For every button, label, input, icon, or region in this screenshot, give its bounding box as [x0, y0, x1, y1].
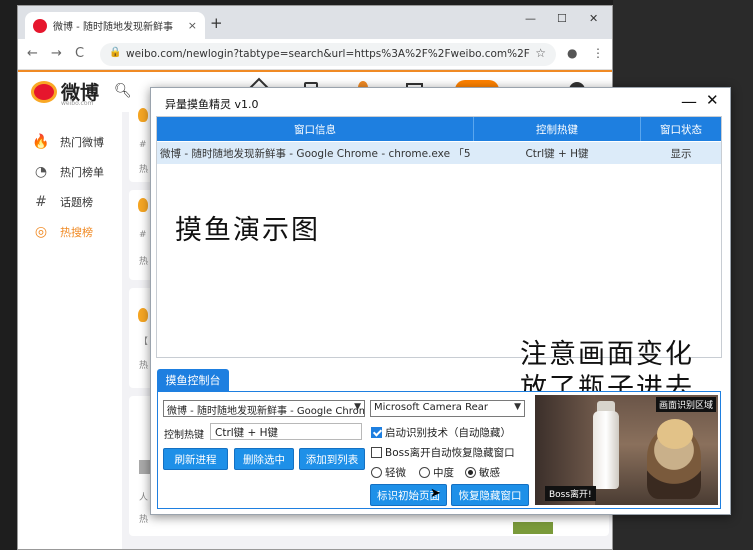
- radio-off-icon: [419, 467, 430, 478]
- sensitivity-radio-light[interactable]: 轻微: [371, 465, 406, 480]
- checkbox-checked-icon: [371, 427, 382, 438]
- figurine-head-shape: [657, 419, 693, 449]
- tool-minimize-button[interactable]: —: [681, 92, 697, 111]
- radio-off-icon: [371, 467, 382, 478]
- cell-window-info: 微博 - 随时随地发现新鲜事 - Google Chrome - chrome.…: [160, 148, 470, 160]
- window-maximize-button[interactable]: ☐: [557, 12, 567, 25]
- browser-menu-icon[interactable]: ⋮: [592, 46, 604, 60]
- chevron-down-icon: ▼: [354, 402, 361, 412]
- window-list-grid: 窗口信息 控制热键 窗口状态 微博 - 随时随地发现新鲜事 - Google C…: [156, 116, 722, 404]
- radio-on-icon: [465, 467, 476, 478]
- sidebar-item-label: 热门榜单: [60, 166, 104, 179]
- address-bar[interactable]: 🔒 weibo.com/newlogin?tabtype=search&url=…: [100, 43, 556, 66]
- refresh-process-button[interactable]: 刷新进程: [163, 448, 228, 470]
- tab-close-icon[interactable]: ×: [188, 19, 197, 32]
- moyu-tool-window: 异量摸鱼精灵 v1.0 — ✕ 窗口信息 控制热键 窗口状态 微博 - 随时随地…: [150, 87, 731, 515]
- restore-hidden-window-button[interactable]: 恢复隐藏窗口: [451, 484, 529, 506]
- browser-tab-weibo[interactable]: 微博 - 随时随地发现新鲜事 ×: [25, 12, 205, 39]
- add-to-list-button[interactable]: 添加到列表: [299, 448, 365, 470]
- sensitivity-radio-medium[interactable]: 中度: [419, 465, 454, 480]
- column-header-status[interactable]: 窗口状态: [641, 122, 721, 137]
- radio-label: 中度: [433, 467, 454, 479]
- cell-status: 显示: [670, 148, 692, 160]
- tool-close-button[interactable]: ✕: [706, 91, 719, 109]
- feed-fragment: 人: [139, 493, 149, 503]
- back-arrow-icon[interactable]: ←: [27, 46, 38, 61]
- feed-image-icon: [513, 522, 553, 534]
- search-circle-icon: ◎: [34, 224, 48, 240]
- tool-titlebar: 异量摸鱼精灵 v1.0 — ✕: [151, 88, 730, 116]
- column-header-window-info[interactable]: 窗口信息: [157, 122, 473, 137]
- camera-select[interactable]: Microsoft Camera Rear ▼: [370, 400, 525, 417]
- forward-arrow-icon[interactable]: →: [51, 46, 62, 61]
- boss-restore-label: Boss离开自动恢复隐藏窗口: [385, 447, 515, 459]
- sidebar-item-hot-weibo[interactable]: 🔥 热门微博: [32, 134, 104, 150]
- checkbox-unchecked-icon: [371, 447, 382, 458]
- grid-header: 窗口信息 控制热键 窗口状态: [157, 117, 721, 141]
- column-header-hotkey[interactable]: 控制热键: [474, 122, 640, 137]
- weibo-logo[interactable]: 微博 weibo.com: [31, 78, 99, 107]
- cell-hotkey: Ctrl键 + H键: [525, 148, 589, 160]
- address-url[interactable]: weibo.com/newlogin?tabtype=search&url=ht…: [126, 48, 530, 60]
- tab-title: 微博 - 随时随地发现新鲜事: [53, 22, 173, 33]
- window-minimize-button[interactable]: —: [525, 12, 536, 25]
- tab-strip: 微博 - 随时随地发现新鲜事 × + — ☐ ✕: [18, 6, 612, 39]
- sidebar-item-label: 热搜榜: [60, 226, 93, 239]
- camera-preview: 画面识别区域 Boss离开!: [535, 395, 718, 505]
- auto-detect-label: 启动识别技术（自动隐藏）: [385, 427, 511, 439]
- feed-fragment: 【: [139, 337, 149, 347]
- profile-icon[interactable]: ●: [567, 46, 577, 60]
- boss-left-label: Boss离开!: [545, 486, 596, 501]
- tab-control-panel[interactable]: 摸鱼控制台: [157, 369, 229, 391]
- hash-icon: #: [35, 194, 47, 210]
- camera-select-value: Microsoft Camera Rear: [374, 402, 488, 413]
- feed-fragment: 热: [139, 165, 149, 175]
- feed-fragment: 热: [139, 257, 149, 267]
- weibo-favicon-icon: [33, 18, 47, 33]
- window-close-button[interactable]: ✕: [589, 12, 598, 25]
- demo-caption: 摸鱼演示图: [175, 215, 320, 246]
- sidebar-item-label: 话题榜: [60, 196, 93, 209]
- change-note-line1: 注意画面变化: [520, 339, 694, 370]
- browser-toolbar: ← → C 🔒 weibo.com/newlogin?tabtype=searc…: [18, 39, 612, 70]
- chevron-down-icon: ▼: [514, 402, 521, 412]
- control-panel: 微博 - 随时随地发现新鲜事 - Google Chrome ▼ Microso…: [157, 391, 721, 509]
- tool-title: 异量摸鱼精灵 v1.0: [165, 98, 259, 111]
- radio-label: 轻微: [385, 467, 406, 479]
- mouse-cursor-icon: ➤: [430, 486, 441, 501]
- radio-label: 敏感: [479, 467, 500, 479]
- auto-detect-checkbox[interactable]: 启动识别技术（自动隐藏）: [371, 425, 511, 440]
- hotkey-label: 控制热键: [164, 430, 204, 441]
- sidebar-item-label: 热门微博: [60, 136, 104, 149]
- new-tab-button[interactable]: +: [210, 14, 223, 32]
- flame-icon: 🔥: [32, 134, 50, 150]
- lock-icon: 🔒: [109, 47, 122, 58]
- feed-fragment: 热: [139, 361, 149, 371]
- feed-fragment: 热: [139, 515, 149, 525]
- search-icon[interactable]: 🔍︎: [114, 83, 132, 99]
- sensitivity-radio-sensitive[interactable]: 敏感: [465, 465, 500, 480]
- table-row[interactable]: 微博 - 随时随地发现新鲜事 - Google Chrome - chrome.…: [157, 142, 721, 164]
- sidebar-item-hot-list[interactable]: ◔ 热门榜单: [32, 164, 104, 180]
- hot-badge-icon: [138, 198, 148, 212]
- weibo-eye-logo-icon: [31, 80, 57, 103]
- boss-restore-checkbox[interactable]: Boss离开自动恢复隐藏窗口: [371, 445, 515, 460]
- bottle-image-icon: [593, 411, 619, 489]
- bookmark-star-icon[interactable]: ☆: [535, 46, 546, 60]
- clock-icon: ◔: [34, 164, 48, 180]
- reload-icon[interactable]: C: [75, 46, 84, 61]
- weibo-sidebar: 🔥 热门微博 ◔ 热门榜单 # 话题榜 ◎ 热搜榜: [18, 112, 122, 549]
- weibo-logo-subtext: weibo.com: [61, 100, 94, 107]
- detection-area-label: 画面识别区域: [655, 397, 716, 412]
- delete-selected-button[interactable]: 删除选中: [234, 448, 294, 470]
- hotkey-input[interactable]: Ctrl键 + H键: [210, 423, 362, 440]
- feed-fragment: #: [139, 230, 147, 240]
- sidebar-item-hot-search[interactable]: ◎ 热搜榜: [32, 224, 93, 240]
- feed-fragment: #: [139, 140, 147, 150]
- window-select-value: 微博 - 随时随地发现新鲜事 - Google Chrome: [167, 406, 365, 417]
- hot-badge-icon: [138, 108, 148, 122]
- hot-badge-icon: [138, 308, 148, 322]
- window-select[interactable]: 微博 - 随时随地发现新鲜事 - Google Chrome ▼: [163, 400, 365, 417]
- sidebar-item-topics[interactable]: # 话题榜: [32, 194, 93, 210]
